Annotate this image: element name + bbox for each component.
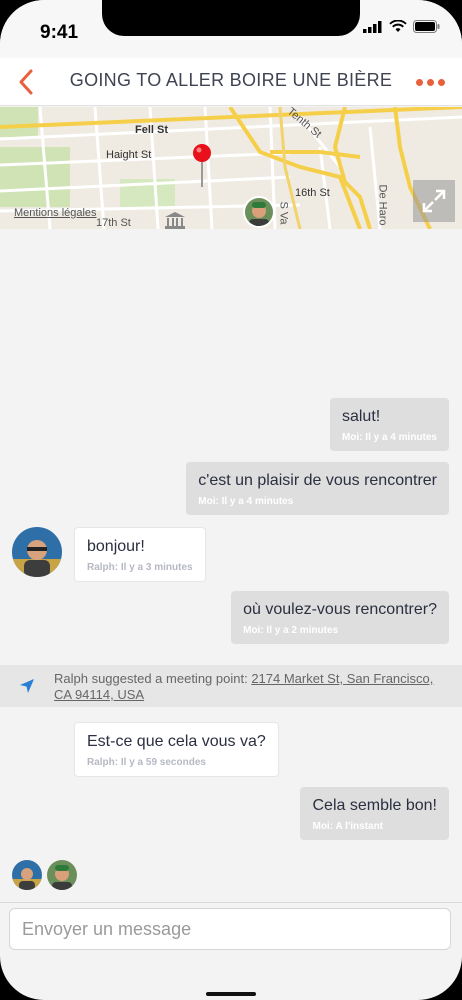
message-meta: Ralph: Il y a 59 secondes	[87, 757, 206, 768]
more-options-button[interactable]	[412, 70, 448, 94]
expand-icon	[422, 189, 446, 213]
message-meta: Moi: A l'instant	[312, 821, 384, 832]
message-text: où voulez-vous rencontrer?	[243, 601, 437, 618]
participant-avatar	[12, 860, 42, 890]
message-text: Est-ce que cela vous va?	[87, 733, 266, 750]
map-pin-icon[interactable]	[191, 143, 213, 189]
message-text: bonjour!	[87, 538, 145, 555]
map-street-label: De Haro	[376, 184, 389, 226]
home-indicator[interactable]	[206, 992, 256, 996]
chevron-left-icon	[19, 69, 33, 95]
meeting-point-suggestion: Ralph suggested a meeting point: 2174 Ma…	[0, 665, 462, 707]
status-time: 9:41	[40, 22, 79, 43]
message-bubble-outgoing: salut! Moi: Il y a 4 minutes	[329, 398, 449, 451]
status-icons	[363, 19, 440, 38]
page-title: GOING TO ALLER BOIRE UNE BIÈRE	[69, 70, 393, 90]
message-text: c'est un plaisir de vous rencontrer	[198, 472, 437, 489]
message-meta: Moi: Il y a 2 minutes	[243, 625, 339, 636]
suggestion-prefix: Ralph suggested a meeting point:	[54, 671, 252, 686]
message-bubble-incoming: Est-ce que cela vous va? Ralph: Il y a 5…	[74, 722, 279, 777]
notch	[102, 0, 360, 36]
more-dot-icon	[415, 78, 423, 86]
map-street-label: 17th St	[96, 217, 131, 229]
legal-link[interactable]: Mentions légales	[14, 207, 97, 219]
message-composer	[9, 908, 451, 950]
map-street-label: Fell St	[135, 124, 169, 136]
map-street-label: S Va	[277, 201, 290, 225]
message-bubble-outgoing: Cela semble bon! Moi: A l'instant	[300, 787, 449, 840]
suggestion-text: Ralph suggested a meeting point: 2174 Ma…	[54, 671, 454, 703]
back-button[interactable]	[8, 64, 44, 100]
message-meta: Ralph: Il y a 3 minutes	[87, 562, 193, 573]
map-user-avatar	[243, 196, 275, 228]
ralph-avatar	[12, 527, 62, 577]
message-bubble-outgoing: c'est un plaisir de vous rencontrer Moi:…	[186, 462, 449, 515]
message-bubble-incoming: bonjour! Ralph: Il y a 3 minutes	[74, 527, 206, 582]
more-dot-icon	[426, 78, 434, 86]
participant-avatar	[47, 860, 77, 890]
message-bubble-outgoing: où voulez-vous rencontrer? Moi: Il y a 2…	[231, 591, 449, 644]
signal-icon	[363, 20, 383, 38]
message-text: salut!	[341, 408, 381, 425]
phone-screen: 9:41 GOING TO ALLER BOIRE UNE BIÈRE Fell…	[0, 0, 462, 1000]
map-view[interactable]: Fell St Haight St 16th St 17th St Tenth …	[0, 107, 462, 229]
composer-divider	[0, 902, 462, 903]
navigation-bar: GOING TO ALLER BOIRE UNE BIÈRE	[0, 58, 462, 106]
message-meta: Moi: Il y a 4 minutes	[341, 432, 437, 443]
museum-icon	[164, 211, 186, 229]
message-input[interactable]	[10, 909, 450, 949]
map-street-label: Haight St	[106, 149, 152, 161]
more-dot-icon	[437, 78, 445, 86]
message-meta: Moi: Il y a 4 minutes	[198, 496, 294, 507]
map-street-label: 16th St	[295, 187, 330, 199]
message-text: Cela semble bon!	[312, 797, 437, 814]
wifi-icon	[389, 19, 407, 38]
expand-map-button[interactable]	[413, 180, 455, 222]
location-arrow-icon	[18, 677, 36, 700]
status-bar: 9:41	[0, 0, 462, 58]
battery-icon	[413, 20, 440, 38]
